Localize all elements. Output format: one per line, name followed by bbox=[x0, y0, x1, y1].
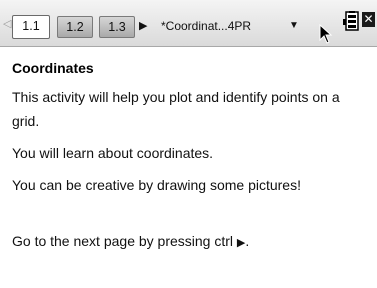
page-heading: Coordinates bbox=[12, 60, 94, 76]
close-icon[interactable]: ✕ bbox=[362, 12, 375, 27]
mouse-pointer-icon bbox=[319, 24, 333, 44]
learn-paragraph: You will learn about coordinates. bbox=[12, 145, 214, 161]
more-tabs-arrow-icon[interactable]: ▶ bbox=[139, 19, 147, 33]
tab-page-1-3[interactable]: 1.3 bbox=[99, 16, 135, 38]
ti-nspire-screen: ◁ 1.1 1.2 1.3 ▶ *Coordinat...4PR ▼ ✕ Coo… bbox=[0, 0, 377, 288]
tab-page-1-1[interactable]: 1.1 bbox=[12, 15, 50, 39]
battery-icon bbox=[343, 11, 359, 31]
next-page-text: Go to the next page by pressing ctrl bbox=[12, 233, 234, 249]
tab-bar: ◁ 1.1 1.2 1.3 ▶ *Coordinat...4PR ▼ ✕ bbox=[0, 0, 377, 47]
document-menu-caret-icon[interactable]: ▼ bbox=[289, 19, 299, 33]
next-page-period: . bbox=[245, 233, 250, 249]
creative-paragraph: You can be creative by drawing some pict… bbox=[12, 177, 301, 193]
next-page-paragraph: Go to the next page by pressing ctrl ▶. bbox=[12, 229, 367, 255]
notes-page[interactable]: Coordinates This activity will help you … bbox=[0, 47, 377, 288]
tab-page-1-2[interactable]: 1.2 bbox=[57, 16, 93, 38]
intro-paragraph: This activity will help you plot and ide… bbox=[12, 89, 340, 129]
document-title[interactable]: *Coordinat...4PR bbox=[161, 18, 251, 34]
scroll-left-icon[interactable]: ◁ bbox=[3, 18, 11, 30]
